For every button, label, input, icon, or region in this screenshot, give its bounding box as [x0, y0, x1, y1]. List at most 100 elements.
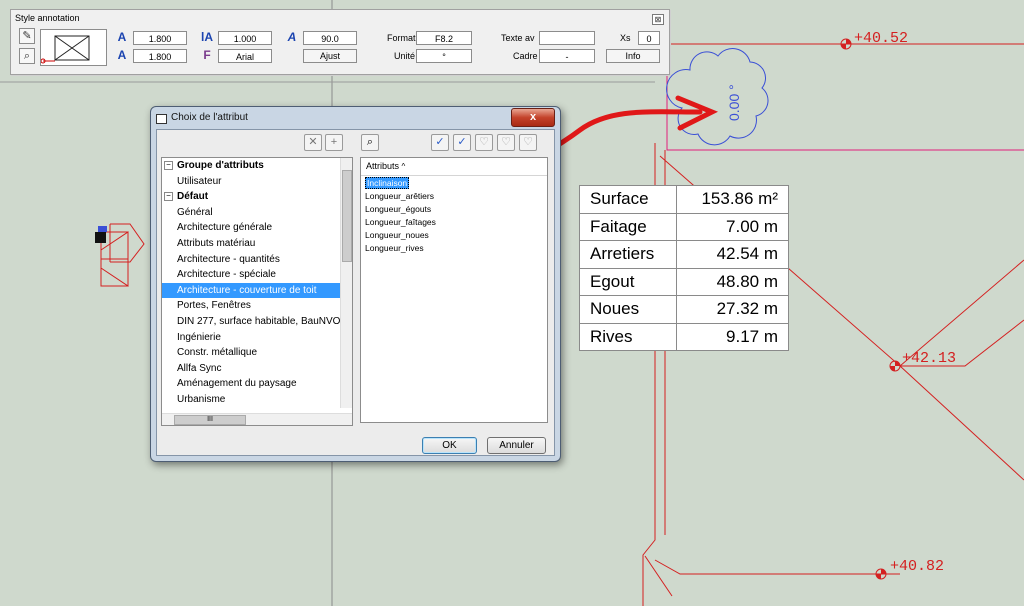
angle-icon: A — [287, 30, 297, 44]
table-row: Noues 27.32 m — [578, 295, 789, 324]
ok-button[interactable]: OK — [422, 437, 477, 454]
list-item-label: Longueur_arêtiers — [365, 191, 434, 201]
group-header[interactable]: − Défaut — [162, 189, 352, 205]
texte-av-field[interactable] — [539, 31, 595, 45]
list-item-label: Urbanisme — [177, 393, 226, 405]
elevation-marker-3[interactable] — [875, 568, 887, 580]
list-item[interactable]: Allfa Sync — [162, 361, 352, 377]
format-label: Format — [387, 33, 416, 43]
list-item[interactable]: Aménagement du paysage — [162, 376, 352, 392]
dialog-body: ✕ + ⌕ ✓ ✓ ♡ ♡ ♡ − Groupe d'attributs Utili… — [156, 129, 555, 456]
collapse-icon[interactable]: − — [164, 192, 173, 202]
angle-field[interactable]: 90.0 — [303, 31, 357, 45]
list-item[interactable]: Constr. métallique — [162, 345, 352, 361]
toolbar-close-button[interactable]: ⊠ — [652, 14, 664, 25]
attributes-column-header[interactable]: Attributs ^ — [361, 158, 547, 176]
attribute-group-list[interactable]: − Groupe d'attributs Utilisateur − Défaut Gén… — [161, 157, 353, 426]
list-item-label: Aménagement du paysage — [177, 378, 297, 390]
favorite-add-icon[interactable]: ♡ — [497, 134, 515, 151]
search-icon[interactable]: ⌕ — [361, 134, 379, 151]
group-header[interactable]: − Groupe d'attributs — [162, 158, 352, 174]
toolbar-title: Style annotation — [15, 13, 80, 23]
format-field[interactable]: F8.2 — [416, 31, 472, 45]
quantity-value: 42.54 m — [676, 240, 789, 269]
cadre-field[interactable]: - — [539, 49, 595, 63]
list-item[interactable]: Longueur_arêtiers — [361, 190, 547, 203]
dialog-title: Choix de l'attribut — [171, 112, 248, 123]
ratio-field[interactable]: 1.000 — [218, 31, 272, 45]
list-item-label: Architecture générale — [177, 222, 273, 234]
list-item[interactable]: Portes, Fenêtres — [162, 298, 352, 314]
close-button[interactable]: x — [511, 108, 555, 127]
text-width-field[interactable]: 1.800 — [133, 49, 187, 63]
cadre-label: Cadre — [513, 51, 538, 61]
list-item-label: Longueur_égouts — [365, 204, 432, 214]
unite-label: Unité — [394, 51, 416, 61]
text-height-icon: A — [117, 30, 127, 44]
list-item[interactable]: Inclinaison — [361, 177, 547, 190]
text-height-field[interactable]: 1.800 — [133, 31, 187, 45]
elevation-label: +40.52 — [854, 30, 908, 47]
list-item[interactable]: DIN 277, surface habitable, BauNVO — [162, 314, 352, 330]
roof-object-thumbnail[interactable] — [100, 223, 145, 287]
table-row: Faitage 7.00 m — [578, 212, 789, 241]
elevation-label: +40.82 — [890, 558, 944, 575]
elevation-marker-1[interactable] — [840, 38, 852, 50]
scroll-grip[interactable]: III — [174, 415, 246, 425]
xs-field[interactable]: 0 — [638, 31, 660, 45]
list-item[interactable]: Architecture - quantités — [162, 252, 352, 268]
list-item-label: Défaut — [177, 191, 209, 203]
horizontal-scrollbar[interactable]: III — [162, 413, 352, 425]
attribute-list[interactable]: Attributs ^ Inclinaison Longueur_arêtiers… — [360, 157, 548, 423]
style-preview[interactable] — [40, 29, 107, 66]
quantity-value: 48.80 m — [676, 267, 789, 296]
select-all-icon[interactable]: ✓ — [431, 134, 449, 151]
list-item[interactable]: Architecture - couverture de toit — [162, 282, 352, 299]
vertical-scrollbar[interactable] — [340, 158, 352, 408]
table-row: Rives 9.17 m — [578, 322, 789, 351]
list-item[interactable]: Ingénierie — [162, 330, 352, 346]
ajust-button[interactable]: Ajust — [303, 49, 357, 63]
favorite-remove-icon[interactable]: ♡ — [519, 134, 537, 151]
list-item[interactable]: Utilisateur — [162, 174, 352, 190]
roof-quantities-table[interactable]: Surface 153.86 m² Faitage 7.00 m Arretiers 42… — [578, 185, 789, 351]
list-item[interactable]: Urbanisme — [162, 392, 352, 408]
collapse-icon[interactable]: − — [164, 161, 173, 170]
favorite-icon[interactable]: ♡ — [475, 134, 493, 151]
quantity-label: Surface — [578, 185, 678, 214]
info-button[interactable]: Info — [606, 49, 660, 63]
list-item-label: Longueur_faîtages — [365, 217, 436, 227]
cancel-button[interactable]: Annuler — [487, 437, 546, 454]
font-field[interactable]: Arial — [218, 49, 272, 63]
object-handle[interactable] — [98, 226, 107, 232]
pick-icon[interactable]: ⌕ — [19, 48, 35, 64]
text-width-icon: A — [117, 48, 127, 62]
quantity-value: 153.86 m² — [676, 185, 789, 214]
list-item[interactable]: Général — [162, 205, 352, 221]
list-item[interactable]: Longueur_égouts — [361, 203, 547, 216]
list-item-label: Constr. métallique — [177, 347, 258, 359]
list-item[interactable]: Attributs matériau — [162, 236, 352, 252]
list-item-label: Longueur_noues — [365, 230, 429, 240]
list-item-label: DIN 277, surface habitable, BauNVO — [177, 315, 341, 327]
table-row: Surface 153.86 m² — [578, 185, 789, 214]
object-handle[interactable] — [95, 232, 106, 243]
list-item-label: Portes, Fenêtres — [177, 300, 251, 312]
pencil-icon[interactable]: ✎ — [19, 28, 35, 44]
list-item[interactable]: Longueur_noues — [361, 229, 547, 242]
attribute-choice-dialog: Choix de l'attribut x ✕ + ⌕ ✓ ✓ ♡ ♡ ♡ − G… — [150, 106, 561, 462]
quantity-label: Arretiers — [578, 240, 678, 269]
list-item[interactable]: Architecture - spéciale — [162, 267, 352, 283]
attributes-header-label: Attributs — [366, 161, 400, 171]
check-icon[interactable]: ✓ — [453, 134, 471, 151]
dialog-titlebar[interactable]: Choix de l'attribut x — [151, 107, 560, 129]
unite-field[interactable]: ° — [416, 49, 472, 63]
elevation-marker-2[interactable] — [889, 360, 901, 372]
list-item[interactable]: Longueur_faîtages — [361, 216, 547, 229]
list-item[interactable]: Architecture générale — [162, 220, 352, 236]
list-item-label: Architecture - quantités — [177, 253, 280, 265]
revision-cloud[interactable] — [666, 48, 769, 146]
delete-icon[interactable]: ✕ — [304, 134, 322, 151]
add-icon[interactable]: + — [325, 134, 343, 151]
list-item[interactable]: Longueur_rives — [361, 242, 547, 255]
